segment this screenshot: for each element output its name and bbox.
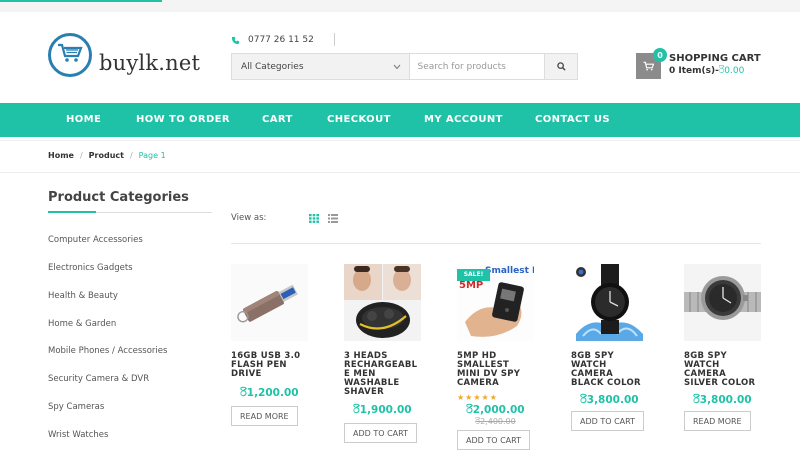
product-price: රි2,000.00 <box>466 404 525 416</box>
read-more-button[interactable]: READ MORE <box>231 406 298 426</box>
search-button[interactable] <box>544 54 578 79</box>
usb-drive-image <box>231 264 308 341</box>
cart-amount: රි0.00 <box>718 66 745 76</box>
product-name[interactable]: 8GB SPY WATCH CAMERA BLACK COLOR <box>571 352 648 388</box>
breadcrumb-separator: / <box>129 151 133 160</box>
product-price: රි1,900.00 <box>353 404 412 416</box>
cart-summary: 0 Item(s)-රි0.00 <box>669 66 744 76</box>
star-icon: ★ <box>489 393 498 402</box>
category-wrist-watches[interactable]: Wrist Watches <box>48 430 108 440</box>
search-input[interactable] <box>409 54 545 79</box>
add-to-cart-button[interactable]: ADD TO CART <box>457 430 530 450</box>
category-home-garden[interactable]: Home & Garden <box>48 319 116 329</box>
cart-icon <box>643 61 654 71</box>
divider <box>0 172 800 173</box>
add-to-cart-button[interactable]: ADD TO CART <box>344 423 417 443</box>
product-price: රි1,200.00 <box>240 387 299 399</box>
category-spy-cameras[interactable]: Spy Cameras <box>48 402 104 412</box>
nav-checkout[interactable]: CHECKOUT <box>327 103 391 137</box>
add-to-cart-button[interactable]: ADD TO CART <box>571 411 644 431</box>
product-image-silver-watch[interactable] <box>684 264 761 341</box>
cart-logo-icon <box>58 43 83 62</box>
sidebar-title: Product Categories <box>48 190 189 205</box>
phone-icon <box>231 36 240 44</box>
product-name[interactable]: 16GB USB 3.0 FLASH PEN DRIVE <box>231 352 308 379</box>
product-card: 3 HEADS RECHARGEABL E MEN WASHABLE SHAVE… <box>344 264 421 443</box>
product-price: රි3,800.00 <box>693 394 752 406</box>
star-icon: ★ <box>457 393 466 402</box>
star-rating: ★★★★★ <box>457 393 534 402</box>
top-bar-accent <box>0 0 162 2</box>
star-icon: ★ <box>481 393 490 402</box>
view-as-label: View as: <box>231 213 267 223</box>
nav-my-account[interactable]: MY ACCOUNT <box>424 103 503 137</box>
cart-title: SHOPPING CART <box>669 53 761 64</box>
product-name[interactable]: 3 HEADS RECHARGEABL E MEN WASHABLE SHAVE… <box>344 352 421 397</box>
product-card: 8GB SPY WATCH CAMERA BLACK COLOR රි3,800… <box>571 264 648 431</box>
breadcrumb-separator: / <box>79 151 83 160</box>
read-more-button[interactable]: READ MORE <box>684 411 751 431</box>
phone-info: 0777 26 11 52 <box>231 33 335 47</box>
category-computer-accessories[interactable]: Computer Accessories <box>48 235 143 245</box>
product-image-usb-drive[interactable] <box>231 264 308 341</box>
cart-items-label: 0 Item(s)- <box>669 66 719 76</box>
product-card: Smallest DV 5MP SALE! 5MP HD SMALLEST MI… <box>457 264 534 450</box>
breadcrumb-current: Page 1 <box>138 151 166 160</box>
category-electronics-gadgets[interactable]: Electronics Gadgets <box>48 263 133 273</box>
category-select[interactable]: All Categories <box>232 54 410 79</box>
phone-number: 0777 26 11 52 <box>248 35 314 45</box>
product-old-price: රි2,400.00 <box>475 417 516 426</box>
nav-home[interactable]: HOME <box>66 103 101 137</box>
category-select-value: All Categories <box>241 61 304 72</box>
category-security-camera[interactable]: Security Camera & DVR <box>48 374 149 384</box>
breadcrumb-product[interactable]: Product <box>89 151 124 160</box>
sidebar-title-accent <box>48 211 96 213</box>
search-bar: All Categories <box>231 53 578 80</box>
grid-view-icon[interactable] <box>309 214 319 223</box>
nav-contact-us[interactable]: CONTACT US <box>535 103 610 137</box>
search-icon <box>556 62 566 71</box>
product-name-line: CAMERA <box>457 378 500 388</box>
product-name[interactable]: 5MP HD SMALLEST MINI DV SPY CAMERA <box>457 352 534 388</box>
black-spy-watch-image <box>571 264 648 341</box>
product-image-black-watch[interactable] <box>571 264 648 341</box>
toolbar-divider <box>231 243 761 244</box>
category-mobile-phones[interactable]: Mobile Phones / Accessories <box>48 346 167 356</box>
image-text-smallest-dv: Smallest DV <box>485 266 534 276</box>
main-nav: HOME HOW TO ORDER CART CHECKOUT MY ACCOU… <box>0 103 800 137</box>
breadcrumb: Home / Product / Page 1 <box>48 151 166 160</box>
product-name-line: DRIVE <box>231 369 262 379</box>
star-icon: ★ <box>473 393 482 402</box>
breadcrumb-home[interactable]: Home <box>48 151 74 160</box>
nav-cart[interactable]: CART <box>262 103 293 137</box>
list-view-icon[interactable] <box>328 214 338 223</box>
divider <box>0 140 800 141</box>
shopping-cart-widget[interactable]: 0 SHOPPING CART 0 Item(s)-රි0.00 <box>636 48 766 82</box>
category-health-beauty[interactable]: Health & Beauty <box>48 291 118 301</box>
product-image-shaver[interactable] <box>344 264 421 341</box>
silver-spy-watch-image <box>684 264 761 341</box>
product-card: 8GB SPY WATCH CAMERA SILVER COLOR රි3,80… <box>684 264 761 431</box>
product-name-line: SHAVER <box>344 387 384 397</box>
image-text-5mp: 5MP <box>459 280 483 291</box>
site-logo[interactable]: buylk.net <box>48 33 201 85</box>
product-price: රි3,800.00 <box>580 394 639 406</box>
product-card: 16GB USB 3.0 FLASH PEN DRIVE රි1,200.00 … <box>231 264 308 426</box>
cart-count-badge: 0 <box>653 48 667 62</box>
product-name-line: BLACK COLOR <box>571 378 641 388</box>
top-bar <box>0 0 800 12</box>
product-name[interactable]: 8GB SPY WATCH CAMERA SILVER COLOR <box>684 352 761 388</box>
product-name-line: SILVER COLOR <box>684 378 756 388</box>
chevron-down-icon <box>393 64 400 69</box>
product-image-mini-dv-camera[interactable]: Smallest DV 5MP SALE! <box>457 264 534 341</box>
phone-divider <box>334 33 335 46</box>
sale-badge: SALE! <box>457 269 490 281</box>
nav-how-to-order[interactable]: HOW TO ORDER <box>136 103 230 137</box>
logo-text: buylk.net <box>99 51 201 75</box>
shaver-image <box>344 264 421 341</box>
sidebar-title-rule <box>48 211 212 213</box>
